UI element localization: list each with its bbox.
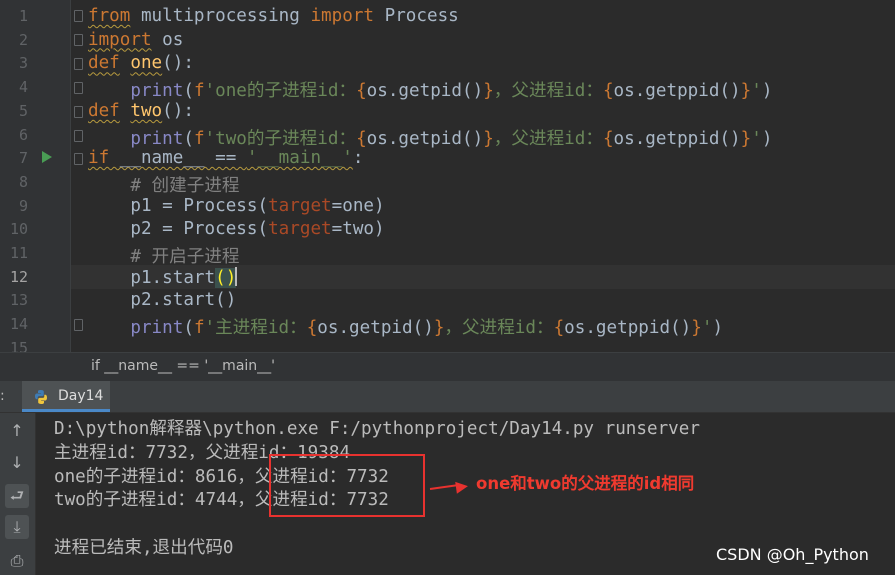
- soft-wrap-icon[interactable]: ⮐: [5, 484, 29, 508]
- fold-marker-icon[interactable]: [74, 130, 83, 142]
- line-number: 8: [18, 172, 28, 191]
- code-token: :: [352, 148, 364, 169]
- code-line[interactable]: 12 p1.start(): [0, 265, 895, 289]
- code-text: p2 = Process(target=two): [88, 219, 385, 240]
- run-tab-label[interactable]: Day14: [58, 388, 103, 404]
- code-token: p1.start: [88, 267, 216, 288]
- code-token: two: [130, 100, 163, 121]
- code-token: multiprocessing: [130, 6, 311, 26]
- code-token: p2 = Process(: [88, 219, 269, 240]
- code-token: p2.start(): [88, 290, 237, 311]
- scroll-to-end-icon[interactable]: ⤓: [5, 515, 29, 539]
- code-text: def one():: [88, 53, 194, 73]
- code-token: ():: [162, 100, 194, 121]
- code-token: __name__ ==: [109, 148, 247, 169]
- fold-marker-icon[interactable]: [74, 34, 83, 46]
- line-number: 15: [9, 338, 28, 352]
- fold-marker-icon[interactable]: [74, 58, 83, 70]
- code-token: def: [88, 53, 120, 74]
- line-number: 1: [18, 7, 28, 25]
- fold-marker-icon[interactable]: [74, 319, 83, 331]
- run-gutter-icon[interactable]: [42, 151, 52, 163]
- code-token: =one): [331, 195, 385, 216]
- code-token: os: [151, 29, 184, 50]
- breadcrumb[interactable]: if __name__ == '__main__': [0, 352, 895, 381]
- text-caret: [235, 266, 238, 286]
- print-icon[interactable]: ⎙: [5, 549, 29, 573]
- line-number: 5: [18, 101, 28, 120]
- code-token: import: [310, 6, 375, 26]
- highlight-box: [269, 454, 425, 517]
- line-number: 12: [9, 267, 28, 286]
- run-tab-day14[interactable]: Day14: [22, 381, 110, 412]
- code-token: import: [88, 29, 152, 50]
- code-line[interactable]: 14 print(f'主进程id：{os.getpid()}，父进程id：{os…: [0, 312, 895, 338]
- code-token: =two): [331, 219, 385, 240]
- run-label: :: [0, 388, 5, 404]
- code-text: def two():: [88, 101, 194, 121]
- code-line[interactable]: 5 def two():: [0, 99, 895, 123]
- code-line[interactable]: 3 def one():: [0, 51, 895, 75]
- code-text: p1 = Process(target=one): [88, 195, 385, 216]
- line-number: 13: [9, 291, 28, 310]
- code-line[interactable]: 13 p2.start(): [0, 288, 895, 312]
- code-token: (: [215, 267, 226, 288]
- code-token: one: [130, 53, 163, 74]
- console-toolbar: ↑ ↓ ⮐ ⤓ ⎙: [0, 413, 36, 575]
- code-text: import os: [88, 30, 183, 50]
- watermark: CSDN @Oh_Python: [716, 545, 869, 564]
- code-line[interactable]: 6 print(f'two的子进程id：{os.getpid()}，父进程id：…: [0, 123, 895, 149]
- console-line: 进程已结束,退出代码0: [54, 538, 234, 558]
- line-number: 6: [18, 125, 28, 144]
- code-token: p1 = Process(: [88, 195, 269, 216]
- code-token: '__main__': [246, 148, 353, 169]
- line-number: 11: [9, 244, 28, 262]
- line-number: 2: [18, 30, 28, 49]
- code-line[interactable]: 8 # 创建子进程: [0, 170, 895, 196]
- arrow-down-icon[interactable]: ↓: [5, 451, 29, 475]
- fold-marker-icon[interactable]: [74, 106, 83, 118]
- code-token: target: [268, 219, 332, 240]
- code-token: def: [88, 100, 120, 121]
- code-line[interactable]: 15: [0, 336, 895, 352]
- code-editor[interactable]: 1 from multiprocessing import Process 2 imp…: [0, 0, 895, 352]
- code-token: if: [88, 148, 110, 169]
- code-line[interactable]: 7 if __name__ == '__main__':: [0, 146, 895, 170]
- code-line[interactable]: 11 # 开启子进程: [0, 241, 895, 267]
- run-toolwindow-header: : Day14: [0, 381, 895, 413]
- code-line[interactable]: 1 from multiprocessing import Process: [0, 4, 895, 28]
- line-number: 14: [9, 315, 28, 334]
- fold-marker-icon[interactable]: [74, 153, 83, 165]
- line-number: 3: [18, 54, 28, 73]
- line-number: 9: [18, 196, 28, 215]
- annotation-text: one和two的父进程的id相同: [476, 474, 695, 493]
- code-text: if __name__ == '__main__':: [88, 148, 363, 168]
- code-token: from: [88, 6, 131, 26]
- fold-marker-icon[interactable]: [74, 10, 83, 22]
- code-token: ():: [162, 53, 194, 74]
- fold-marker-icon[interactable]: [74, 82, 83, 94]
- line-number: 10: [9, 220, 28, 239]
- code-line[interactable]: 2 import os: [0, 28, 895, 52]
- line-number: 7: [18, 149, 28, 168]
- code-line[interactable]: 4 print(f'one的子进程id：{os.getpid()}，父进程id：…: [0, 75, 895, 101]
- breadcrumb-item[interactable]: if __name__ == '__main__': [91, 358, 275, 374]
- python-icon: [35, 390, 47, 404]
- code-token: Process: [374, 6, 459, 26]
- code-text: from multiprocessing import Process: [88, 6, 459, 26]
- annotation-arrow-head: [455, 480, 469, 494]
- code-token: target: [268, 195, 332, 216]
- arrow-up-icon[interactable]: ↑: [5, 419, 29, 443]
- code-text: p1.start(): [88, 266, 238, 288]
- code-text: p2.start(): [88, 290, 236, 310]
- code-line[interactable]: 10 p2 = Process(target=two): [0, 217, 895, 241]
- console-line: D:\python解释器\python.exe F:/pythonproject…: [54, 419, 700, 439]
- line-number: 4: [18, 78, 28, 97]
- code-line[interactable]: 9 p1 = Process(target=one): [0, 194, 895, 218]
